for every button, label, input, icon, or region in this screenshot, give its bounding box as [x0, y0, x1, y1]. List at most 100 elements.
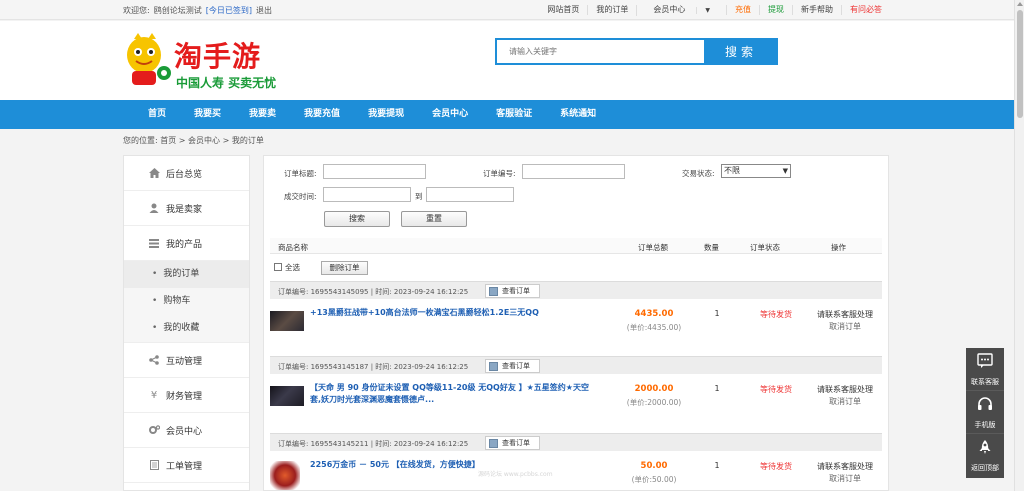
- contact-service-link[interactable]: 请联系客服处理: [810, 461, 880, 472]
- sidebar-item-label: 会员中心: [166, 426, 203, 437]
- status-select[interactable]: 不限 ▼: [721, 164, 791, 178]
- share-icon: [148, 354, 160, 366]
- order-header: 订单编号: 1695543145095 | 时间: 2023-09-24 16:…: [270, 281, 882, 299]
- cancel-order-link[interactable]: 取消订单: [810, 321, 880, 332]
- filter-reset-button[interactable]: 重置: [401, 211, 467, 227]
- view-order-button[interactable]: 查看订单: [485, 359, 540, 373]
- contact-service-link[interactable]: 请联系客服处理: [810, 309, 880, 320]
- contact-service-link[interactable]: 请联系客服处理: [810, 384, 880, 395]
- order-status: 等待发货: [760, 385, 792, 394]
- site-logo[interactable]: 淘手游 中国人寿 买卖无忧: [124, 31, 294, 93]
- top-link-member[interactable]: 会员中心 ▼: [636, 4, 726, 16]
- welcome-text: 欢迎您:: [123, 6, 150, 15]
- floating-toolbar: 联系客服 手机版 返回顶部: [966, 348, 1004, 478]
- cancel-order-link[interactable]: 取消订单: [810, 473, 880, 484]
- float-item-service[interactable]: 联系客服: [966, 348, 1004, 391]
- nav-item-member[interactable]: 会员中心: [418, 100, 482, 129]
- order-meta: 订单编号: 1695543145187 | 时间: 2023-09-24 16:…: [278, 363, 469, 371]
- list-icon: [148, 237, 160, 249]
- nav-item-withdraw[interactable]: 我要提现: [354, 100, 418, 129]
- brand-name: 淘手游: [174, 40, 262, 73]
- nav-item-home[interactable]: 首页: [134, 100, 180, 129]
- top-link-help[interactable]: 新手帮助: [792, 5, 841, 15]
- sidebar-item-products[interactable]: 我的产品: [124, 226, 249, 261]
- view-order-label: 查看订单: [502, 439, 530, 447]
- order-row: 订单编号: 1695543145187 | 时间: 2023-09-24 16:…: [270, 356, 882, 430]
- watermark: 源码论坛 www.pcbbs.com: [478, 471, 553, 478]
- status-label: 交易状态:: [682, 169, 715, 178]
- sidebar-item-label: 后台总览: [166, 169, 203, 180]
- search-button[interactable]: 搜索: [704, 38, 778, 65]
- top-link-recharge[interactable]: 充值: [726, 5, 759, 15]
- view-order-button[interactable]: 查看订单: [485, 284, 540, 298]
- float-item-top[interactable]: 返回顶部: [966, 434, 1004, 477]
- unit-price: (单价:50.00): [631, 475, 677, 484]
- breadcrumb: 您的位置: 首页 > 会员中心 > 我的订单: [123, 136, 264, 145]
- product-title-link[interactable]: +13黑爵狂战带+10高台法师一枚满宝石黑爵轻松1.2E三无QQ: [310, 307, 595, 319]
- top-link-qa[interactable]: 有问必答: [841, 5, 890, 15]
- sidebar-item-seller[interactable]: 我是卖家: [124, 191, 249, 226]
- order-total: 50.00: [640, 461, 668, 471]
- order-title-input[interactable]: [323, 164, 426, 179]
- gears-icon: [148, 424, 160, 436]
- nav-item-buy[interactable]: 我要买: [180, 100, 235, 129]
- sidebar-subitem-favorites[interactable]: 我的收藏: [124, 315, 249, 342]
- order-status: 等待发货: [760, 310, 792, 319]
- order-no-input[interactable]: [522, 164, 625, 179]
- top-link-home[interactable]: 网站首页: [539, 5, 587, 15]
- sidebar-item-label: 财务管理: [166, 391, 203, 402]
- product-thumbnail[interactable]: [270, 311, 304, 331]
- logout-link[interactable]: 退出: [256, 6, 272, 15]
- float-item-label: 手机版: [974, 421, 996, 429]
- sidebar-item-tickets[interactable]: 工单管理: [124, 448, 249, 483]
- yen-icon: ¥: [150, 389, 158, 401]
- sidebar-subitem-cart[interactable]: 购物车: [124, 288, 249, 315]
- col-header-qty: 数量: [704, 243, 719, 252]
- time-start-input[interactable]: [323, 187, 411, 202]
- product-title-link[interactable]: 【天命 男 90 身份证未设置 QQ等级11-20级 无QQ好友 】★五星签约★…: [310, 382, 595, 406]
- select-all-checkbox[interactable]: [274, 263, 282, 271]
- view-order-label: 查看订单: [502, 362, 530, 370]
- view-order-button[interactable]: 查看订单: [485, 436, 540, 450]
- status-select-value: 不限: [724, 166, 740, 175]
- product-thumbnail[interactable]: [270, 461, 300, 490]
- cancel-order-link[interactable]: 取消订单: [810, 396, 880, 407]
- order-no-label: 订单编号:: [483, 169, 516, 178]
- unit-price: (单价:4435.00): [626, 323, 682, 332]
- select-all[interactable]: 全选: [274, 260, 300, 274]
- time-end-input[interactable]: [426, 187, 514, 202]
- delete-orders-button[interactable]: 删除订单: [321, 261, 368, 275]
- nav-item-recharge[interactable]: 我要充值: [290, 100, 354, 129]
- time-label: 成交时间:: [284, 192, 317, 201]
- order-header: 订单编号: 1695543145211 | 时间: 2023-09-24 16:…: [270, 433, 882, 451]
- home-icon: [148, 167, 160, 179]
- sidebar-item-label: 工单管理: [166, 461, 203, 472]
- sidebar-subitem-orders[interactable]: 我的订单: [124, 261, 249, 288]
- page-scrollbar[interactable]: [1014, 0, 1024, 491]
- top-link-withdraw[interactable]: 提现: [759, 5, 792, 15]
- float-item-mobile[interactable]: 手机版: [966, 391, 1004, 434]
- mascot-logo-icon: [127, 33, 171, 85]
- nav-item-verify[interactable]: 客服验证: [482, 100, 546, 129]
- order-total: 2000.00: [634, 384, 674, 394]
- product-thumbnail[interactable]: [270, 386, 304, 406]
- filter-search-button[interactable]: 搜索: [324, 211, 390, 227]
- sidebar-item-overview[interactable]: 后台总览: [124, 156, 249, 191]
- scrollbar-thumb[interactable]: [1017, 10, 1023, 118]
- time-to-label: 到: [415, 192, 423, 201]
- username-link[interactable]: 鸥创论坛测试: [154, 6, 202, 15]
- search-input[interactable]: [495, 38, 705, 65]
- top-link-orders[interactable]: 我的订单: [587, 5, 636, 15]
- document-icon: [489, 362, 498, 371]
- chevron-down-icon: ▼: [782, 167, 788, 175]
- order-meta: 订单编号: 1695543145095 | 时间: 2023-09-24 16:…: [278, 288, 469, 296]
- scroll-up-icon[interactable]: [1017, 2, 1023, 6]
- nav-item-notice[interactable]: 系统通知: [546, 100, 610, 129]
- sidebar-item-interaction[interactable]: 互动管理: [124, 343, 249, 378]
- sidebar-item-finance[interactable]: ¥ 财务管理: [124, 378, 249, 413]
- col-header-action: 操作: [831, 243, 846, 252]
- sidebar-item-member[interactable]: 会员中心: [124, 413, 249, 448]
- signed-badge[interactable]: [今日已签到]: [206, 6, 252, 15]
- sidebar-item-label: 我的产品: [166, 239, 203, 250]
- nav-item-sell[interactable]: 我要卖: [235, 100, 290, 129]
